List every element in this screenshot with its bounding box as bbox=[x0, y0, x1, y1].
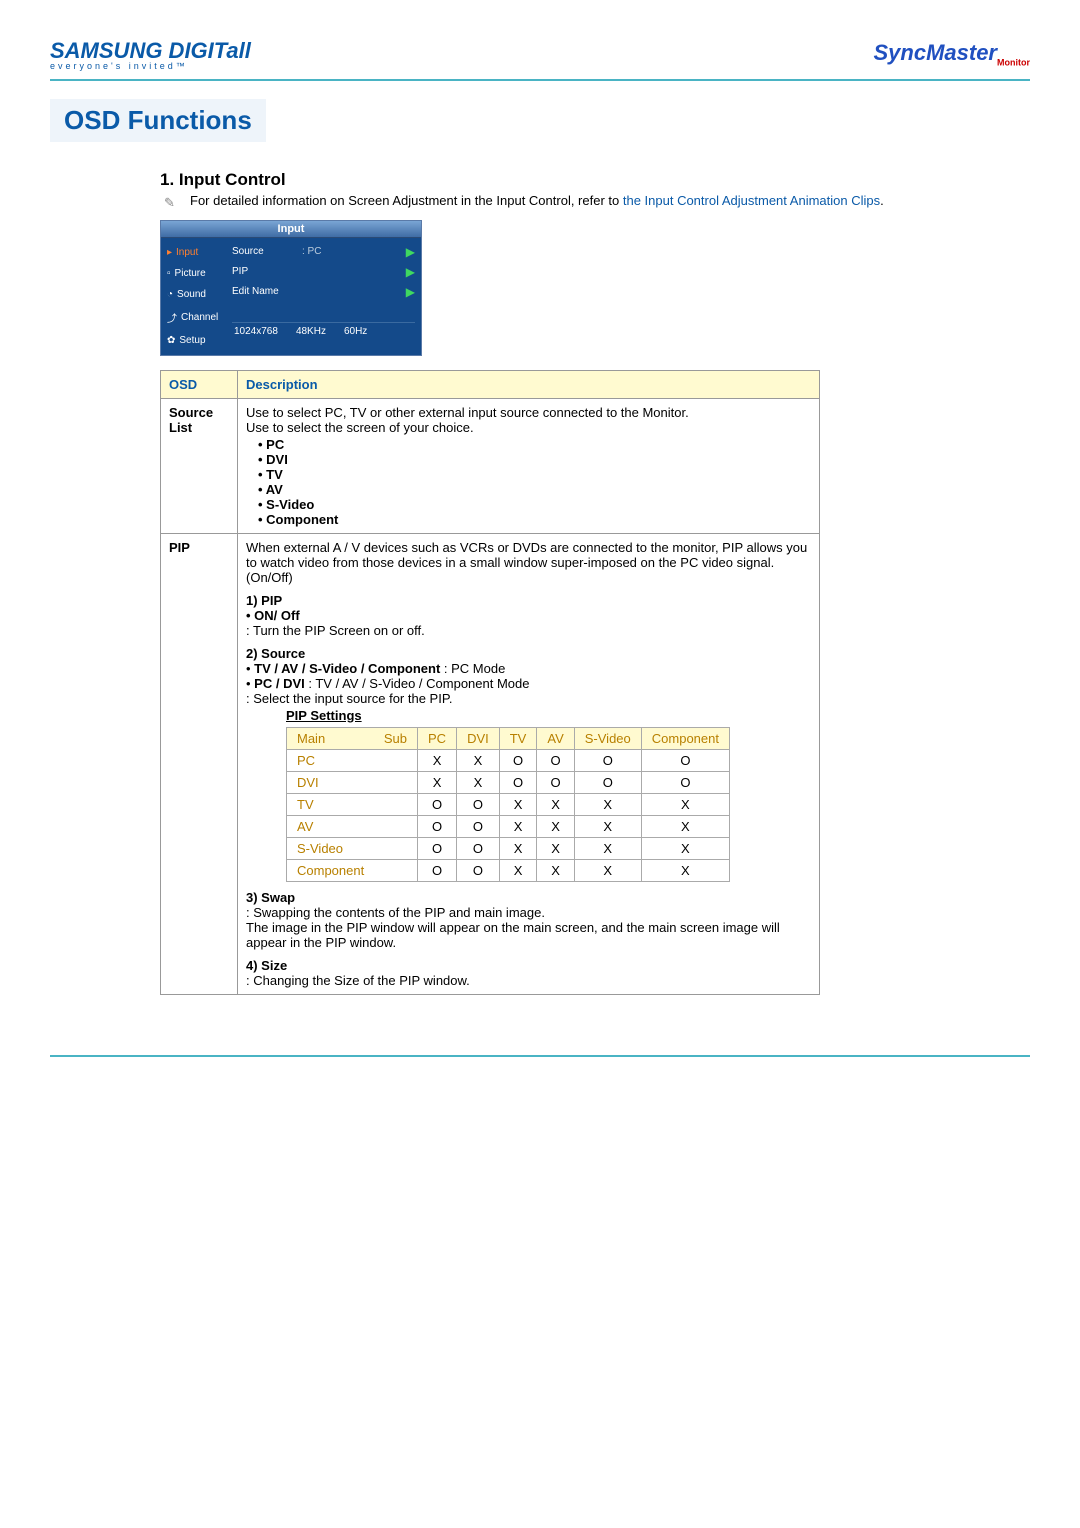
brand-left-tag: everyone's invited™ bbox=[50, 62, 251, 71]
pip-4-l1: : Changing the Size of the PIP window. bbox=[246, 973, 811, 988]
note-icon: ✎ bbox=[164, 194, 175, 212]
pip-row-dvi: DVIXXOOOO bbox=[287, 771, 730, 793]
pip-row-svideo: S-VideoOOXXXX bbox=[287, 837, 730, 859]
section-heading: 1. Input Control bbox=[160, 170, 1030, 190]
osd-row-pip: PIP▶ bbox=[232, 262, 415, 282]
intro-text: For detailed information on Screen Adjus… bbox=[190, 193, 623, 208]
page-title: OSD Functions bbox=[50, 99, 266, 142]
page-header: SAMSUNG DIGITall everyone's invited™ Syn… bbox=[50, 40, 1030, 71]
brand-right: SyncMasterMonitor bbox=[873, 40, 1030, 67]
osd-main: Source: PC▶ PIP▶ Edit Name▶ 1024x768 48K… bbox=[226, 238, 421, 355]
col-description: Description bbox=[238, 370, 820, 398]
syncmaster-logo: SyncMaster bbox=[873, 40, 997, 65]
brand-left: SAMSUNG DIGITall everyone's invited™ bbox=[50, 40, 251, 71]
pip-1-bullet: • ON/ Off bbox=[246, 608, 811, 623]
section-intro: ✎ For detailed information on Screen Adj… bbox=[190, 192, 1030, 210]
intro-period: . bbox=[880, 193, 884, 208]
header-divider bbox=[50, 79, 1030, 81]
pip-3-l1: : Swapping the contents of the PIP and m… bbox=[246, 905, 811, 920]
osd-side-setup: ✿ Setup bbox=[161, 330, 226, 351]
pip-1-title: 1) PIP bbox=[246, 593, 811, 608]
cell-source-name: Source List bbox=[161, 398, 238, 533]
pip-row-tv: TVOOXXXX bbox=[287, 793, 730, 815]
pip-row-component: ComponentOOXXXX bbox=[287, 859, 730, 881]
pip-3-title: 3) Swap bbox=[246, 890, 811, 905]
arrow-right-icon: ▶ bbox=[406, 285, 415, 299]
pip-settings-caption: PIP Settings bbox=[286, 708, 811, 723]
pip-1-desc: : Turn the PIP Screen on or off. bbox=[246, 623, 811, 638]
pip-row-av: AVOOXXXX bbox=[287, 815, 730, 837]
osd-title: Input bbox=[161, 221, 421, 238]
monitor-sub: Monitor bbox=[997, 57, 1030, 67]
arrow-right-icon: ▶ bbox=[406, 245, 415, 259]
pip-2-title: 2) Source bbox=[246, 646, 811, 661]
pip-2-b1: • TV / AV / S-Video / Component : PC Mod… bbox=[246, 661, 811, 676]
cell-pip-name: PIP bbox=[161, 533, 238, 994]
intro-link[interactable]: the Input Control Adjustment Animation C… bbox=[623, 193, 880, 208]
osd-side-picture: ▫ Picture bbox=[161, 263, 226, 284]
row-source-list: Source List Use to select PC, TV or othe… bbox=[161, 398, 820, 533]
pip-3-l2: The image in the PIP window will appear … bbox=[246, 920, 811, 950]
cell-source-desc: Use to select PC, TV or other external i… bbox=[238, 398, 820, 533]
osd-side-channel: ⤴ Channel bbox=[161, 305, 226, 330]
pip-row-pc: PCXXOOOO bbox=[287, 749, 730, 771]
osd-row-editname: Edit Name▶ bbox=[232, 282, 415, 302]
samsung-logo: SAMSUNG DIGITall bbox=[50, 38, 251, 63]
pip-settings-table: Sub Main PC DVI TV AV S-Video Component … bbox=[286, 727, 730, 882]
arrow-right-icon: ▶ bbox=[406, 265, 415, 279]
pip-2-b2: • PC / DVI : TV / AV / S-Video / Compone… bbox=[246, 676, 811, 691]
footer-divider bbox=[50, 1055, 1030, 1057]
col-osd: OSD bbox=[161, 370, 238, 398]
osd-row-source: Source: PC▶ bbox=[232, 242, 415, 262]
pip-4-title: 4) Size bbox=[246, 958, 811, 973]
pip-table-corner: Sub Main bbox=[287, 727, 418, 749]
source-items: PC DVI TV AV S-Video Component bbox=[258, 437, 811, 527]
osd-side-input: ▸ Input bbox=[161, 242, 226, 263]
osd-status-bar: 1024x768 48KHz 60Hz bbox=[232, 322, 415, 340]
osd-sidebar: ▸ Input ▫ Picture ◔ Sound ⤴ Channel ✿ Se… bbox=[161, 238, 226, 355]
row-pip: PIP When external A / V devices such as … bbox=[161, 533, 820, 994]
osd-screenshot: Input ▸ Input ▫ Picture ◔ Sound ⤴ Channe… bbox=[160, 220, 422, 356]
cell-pip-desc: When external A / V devices such as VCRs… bbox=[238, 533, 820, 994]
pip-2-desc: : Select the input source for the PIP. bbox=[246, 691, 811, 706]
osd-side-sound: ◔ Sound bbox=[161, 284, 226, 305]
osd-description-table: OSD Description Source List Use to selec… bbox=[160, 370, 820, 995]
